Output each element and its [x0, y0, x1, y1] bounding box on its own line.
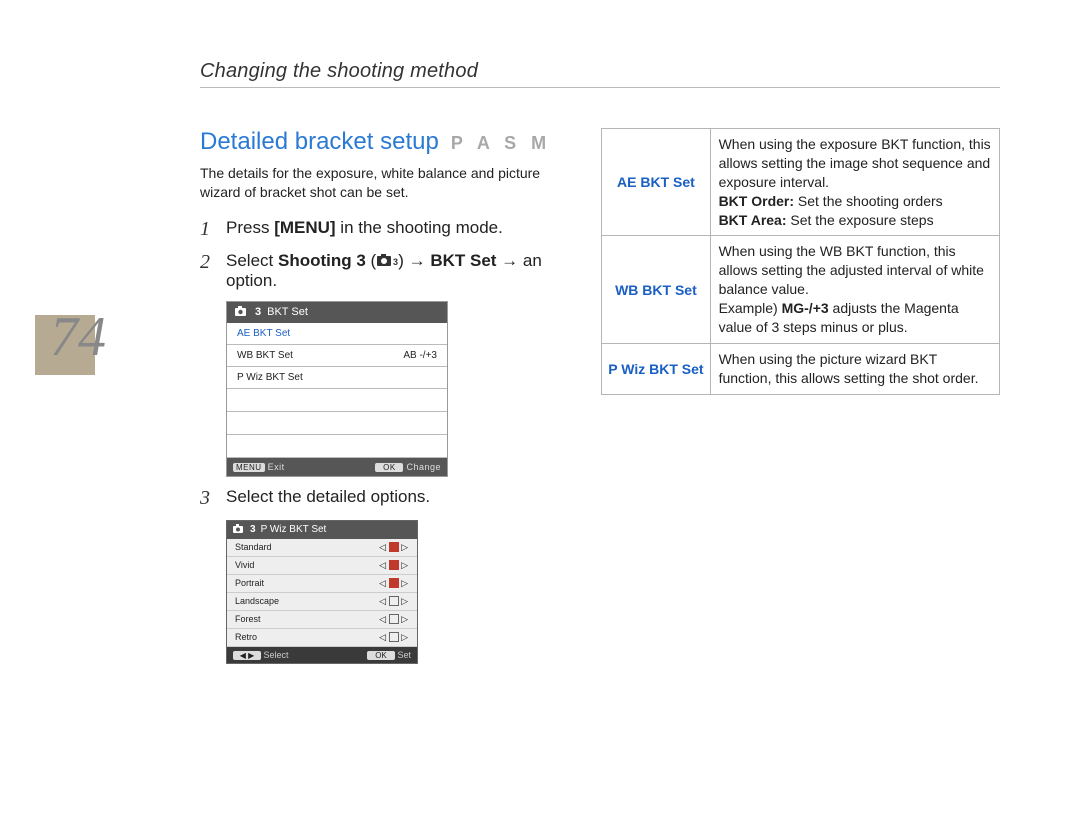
empty-row	[227, 435, 447, 458]
footer-right: OK Change	[375, 462, 441, 472]
section-header: Changing the shooting method	[200, 60, 1000, 88]
arrow-right-icon: →	[409, 251, 426, 270]
arrows-key-icon: ◀ ▶	[233, 651, 261, 660]
pwiz-row-vivid: Vivid◁ ▷	[227, 557, 417, 575]
table-row: AE BKT Set When using the exposure BKT f…	[602, 129, 1000, 236]
step-number: 1	[200, 218, 216, 241]
options-table: AE BKT Set When using the exposure BKT f…	[601, 128, 1000, 395]
toggle-indicator: ◁ ▷	[379, 596, 409, 607]
empty-row	[227, 389, 447, 412]
toggle-indicator: ◁ ▷	[379, 578, 409, 589]
step-text: Press [MENU] in the shooting mode.	[226, 218, 503, 241]
ok-key-icon: OK	[367, 651, 395, 660]
pwiz-row-standard: Standard◁ ▷	[227, 539, 417, 557]
pwiz-row-landscape: Landscape◁ ▷	[227, 593, 417, 611]
screenshot-titlebar: 3 BKT Set	[227, 302, 447, 323]
toggle-indicator: ◁ ▷	[379, 542, 409, 553]
screenshot-footer: MENU Exit OK Change	[227, 458, 447, 476]
step-text: Select Shooting 3 (3) → BKT Set → an opt…	[226, 251, 551, 291]
step-number: 2	[200, 251, 216, 291]
menu-row-ae-bkt: AE BKT Set	[227, 323, 447, 345]
step-3: 3 Select the detailed options.	[200, 487, 551, 510]
left-column: Detailed bracket setup P A S M The detai…	[200, 128, 551, 664]
table-row: P Wiz BKT Set When using the picture wiz…	[602, 343, 1000, 394]
toggle-indicator: ◁ ▷	[379, 560, 409, 571]
step-number: 3	[200, 487, 216, 510]
menu-row-wb-bkt: WB BKT SetAB -/+3	[227, 345, 447, 367]
toggle-indicator: ◁ ▷	[379, 614, 409, 625]
arrow-right-icon: →	[501, 251, 518, 270]
step-2: 2 Select Shooting 3 (3) → BKT Set → an o…	[200, 251, 551, 291]
mode-indicator: P A S M	[451, 133, 551, 154]
page-title: Detailed bracket setup P A S M	[200, 128, 551, 156]
camera-icon: 3	[376, 252, 398, 272]
screenshot-title: BKT Set	[267, 306, 308, 318]
option-label: WB BKT Set	[602, 236, 710, 343]
intro-text: The details for the exposure, white bala…	[200, 164, 551, 202]
screenshot-footer: ◀ ▶ Select OK Set	[227, 647, 417, 663]
empty-row	[227, 412, 447, 435]
shooting3-label: Shooting 3	[278, 251, 366, 270]
svg-text:3: 3	[393, 257, 398, 267]
title-text: Detailed bracket setup	[200, 128, 439, 156]
menu-key-label: [MENU]	[274, 218, 335, 237]
option-label: AE BKT Set	[602, 129, 710, 236]
option-desc: When using the picture wizard BKT functi…	[710, 343, 999, 394]
menu-row-pwiz-bkt: P Wiz BKT Set	[227, 367, 447, 389]
right-column: AE BKT Set When using the exposure BKT f…	[601, 128, 1000, 664]
toggle-indicator: ◁ ▷	[379, 632, 409, 643]
camera-icon	[235, 306, 249, 319]
pwiz-bkt-screenshot: 3 P Wiz BKT Set Standard◁ ▷ Vivid◁ ▷ Por…	[226, 520, 418, 664]
pwiz-row-forest: Forest◁ ▷	[227, 611, 417, 629]
step-text: Select the detailed options.	[226, 487, 430, 510]
bkt-set-screenshot: 3 BKT Set AE BKT Set WB BKT SetAB -/+3 P…	[226, 301, 448, 477]
option-label: P Wiz BKT Set	[602, 343, 710, 394]
footer-right: OK Set	[367, 650, 411, 660]
menu-badge: 3	[250, 524, 256, 535]
step-1: 1 Press [MENU] in the shooting mode.	[200, 218, 551, 241]
option-desc: When using the WB BKT function, this all…	[710, 236, 999, 343]
ok-key-icon: OK	[375, 463, 403, 472]
option-desc: When using the exposure BKT function, th…	[710, 129, 999, 236]
screenshot-titlebar: 3 P Wiz BKT Set	[227, 521, 417, 539]
table-row: WB BKT Set When using the WB BKT functio…	[602, 236, 1000, 343]
camera-icon	[233, 524, 245, 536]
pwiz-row-retro: Retro◁ ▷	[227, 629, 417, 647]
menu-badge: 3	[255, 306, 261, 318]
screenshot-title: P Wiz BKT Set	[261, 524, 327, 535]
menu-key-icon: MENU	[233, 463, 265, 472]
pwiz-row-portrait: Portrait◁ ▷	[227, 575, 417, 593]
bkt-set-label: BKT Set	[426, 251, 502, 270]
footer-left: ◀ ▶ Select	[233, 650, 289, 660]
footer-left: MENU Exit	[233, 462, 285, 472]
page-number: 74	[50, 305, 106, 369]
